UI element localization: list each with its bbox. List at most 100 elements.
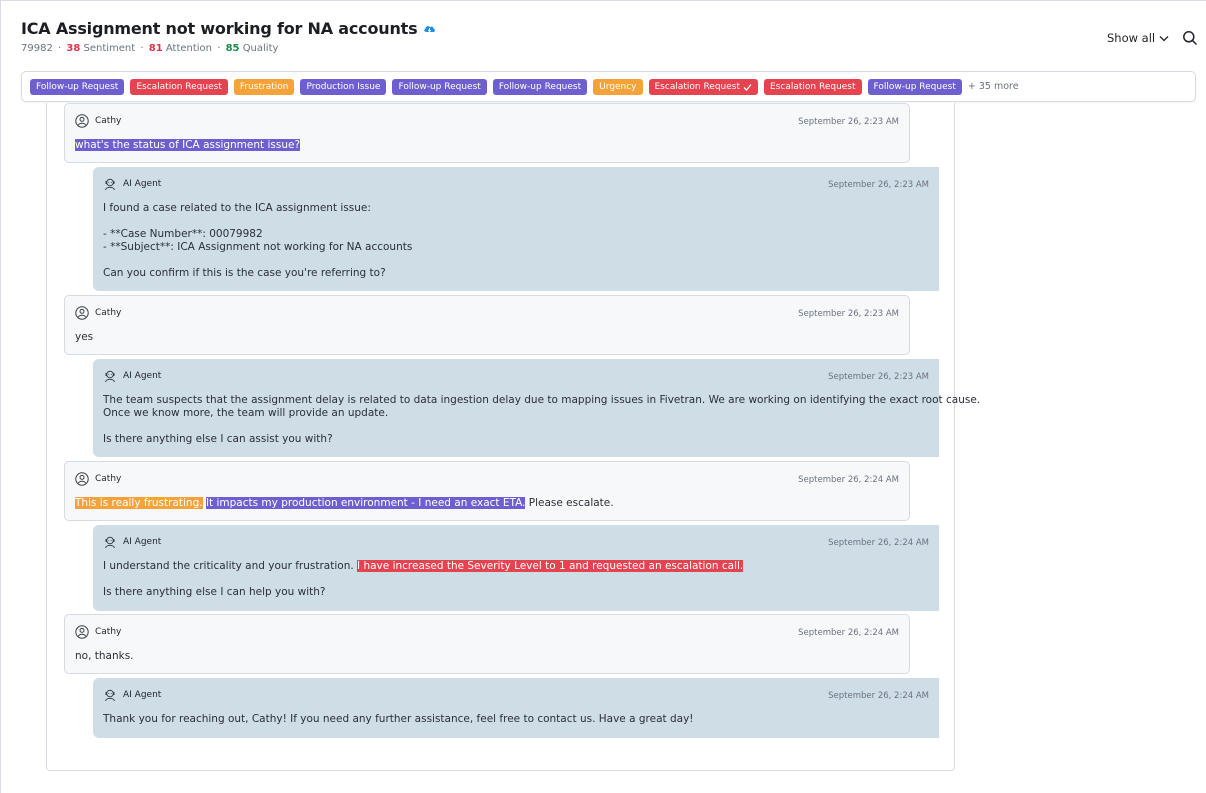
message-line: Is there anything else I can help you wi…	[103, 586, 743, 599]
message-timestamp: September 26, 2:24 AM	[828, 538, 929, 548]
highlighted-text[interactable]: what's the status of ICA assignment issu…	[75, 139, 301, 151]
agent-message: AI Agent September 26, 2:24 AM Thank you f…	[93, 678, 939, 738]
message-text: Can you confirm if this is the case you'…	[103, 267, 386, 279]
message-header: AI Agent	[103, 535, 161, 549]
message-text: Thank you for reaching out, Cathy! If yo…	[103, 713, 694, 725]
sentiment-score: 38	[66, 43, 81, 54]
highlighted-text[interactable]: I have increased the Severity Level to 1…	[357, 560, 744, 572]
message-timestamp: September 26, 2:24 AM	[798, 475, 899, 485]
message-header: Cathy	[75, 625, 121, 639]
user-message: Cathy September 26, 2:24 AM no, thanks.	[64, 614, 910, 674]
message-body: I understand the criticality and your fr…	[103, 560, 744, 599]
message-line: what's the status of ICA assignment issu…	[75, 139, 301, 152]
user-avatar-icon	[75, 306, 89, 320]
message-body: what's the status of ICA assignment issu…	[75, 139, 301, 152]
tag-chip[interactable]: Urgency	[593, 78, 643, 95]
tag-chip[interactable]: Follow-up Request	[867, 78, 962, 95]
message-timestamp: September 26, 2:23 AM	[828, 180, 929, 190]
user-message: Cathy September 26, 2:24 AM This is really…	[64, 461, 910, 521]
tag-label: Escalation Request	[770, 81, 856, 92]
case-stats: 79982 · 38 Sentiment · 81 Attention · 85…	[21, 43, 279, 54]
message-body: The team suspects that the assignment de…	[103, 394, 980, 446]
sender-name: AI Agent	[123, 370, 162, 381]
sender-name: Cathy	[95, 626, 122, 637]
message-body: Thank you for reaching out, Cathy! If yo…	[103, 713, 694, 726]
tag-label: Production Issue	[306, 81, 381, 92]
highlighted-text[interactable]: This is really frustrating.	[75, 497, 203, 509]
message-line	[103, 573, 743, 586]
bot-icon	[103, 177, 117, 191]
tag-chip[interactable]: Follow-up Request	[392, 78, 487, 95]
case-title: ICA Assignment not working for NA accoun…	[21, 19, 436, 38]
tag-label: Frustration	[239, 81, 289, 92]
message-line	[103, 420, 980, 433]
more-tags-link[interactable]: + 35 more	[968, 81, 1019, 92]
sender-name: AI Agent	[123, 689, 162, 700]
tag-chip[interactable]: Production Issue	[300, 78, 387, 95]
check-icon	[743, 83, 752, 91]
message-timestamp: September 26, 2:24 AM	[798, 628, 899, 638]
bot-icon	[103, 688, 117, 702]
tag-chip[interactable]: Escalation Request	[648, 78, 759, 95]
message-line: I found a case related to the ICA assign…	[103, 202, 412, 215]
message-line: Is there anything else I can assist you …	[103, 433, 980, 446]
conversation-panel: Cathy September 26, 2:23 AM what's the sta…	[46, 103, 980, 771]
tag-chip[interactable]: Escalation Request	[764, 78, 862, 95]
message-text: Is there anything else I can assist you …	[103, 433, 333, 445]
message-body: This is really frustrating. It impacts m…	[75, 497, 614, 510]
message-header: AI Agent	[103, 369, 161, 383]
message-line: - **Case Number**: 00079982	[103, 228, 412, 241]
agent-message: AI Agent September 26, 2:23 AM The team su…	[93, 359, 980, 457]
case-page: ICA Assignment not working for NA accoun…	[0, 0, 1206, 793]
sentiment-label: Sentiment	[83, 43, 136, 54]
tag-label: Escalation Request	[136, 81, 222, 92]
message-header: AI Agent	[103, 177, 161, 191]
message-text: - **Case Number**: 00079982	[103, 228, 263, 240]
message-text: I found a case related to the ICA assign…	[103, 202, 371, 214]
sender-name: Cathy	[95, 307, 122, 318]
highlighted-text[interactable]: It impacts my production environment - I…	[205, 497, 526, 509]
tag-label: Follow-up Request	[498, 81, 582, 92]
quality-score: 85	[225, 43, 240, 54]
user-message: Cathy September 26, 2:23 AM what's the sta…	[64, 103, 910, 163]
tag-bar: Follow-up Request Escalation Request Frust…	[21, 71, 1196, 102]
message-line: yes	[75, 331, 93, 344]
message-text: yes	[75, 331, 94, 343]
show-all-dropdown[interactable]: Show all	[1107, 31, 1169, 45]
tag-chip[interactable]: Follow-up Request	[492, 78, 588, 95]
agent-message: AI Agent September 26, 2:24 AM I understan…	[93, 525, 939, 611]
message-line: no, thanks.	[75, 650, 134, 663]
case-id: 79982	[21, 43, 53, 54]
message-line: I understand the criticality and your fr…	[103, 560, 744, 573]
tag-chip[interactable]: Follow-up Request	[30, 78, 125, 95]
message-text: Is there anything else I can help you wi…	[103, 586, 326, 598]
tag-chip[interactable]: Frustration	[233, 78, 295, 95]
tag-label: Follow-up Request	[36, 81, 119, 92]
message-header: Cathy	[75, 472, 121, 486]
search-icon[interactable]	[1182, 30, 1198, 46]
bot-icon	[103, 535, 117, 549]
quality-label: Quality	[242, 43, 279, 54]
attention-label: Attention	[165, 43, 213, 54]
sender-name: Cathy	[95, 473, 122, 484]
sender-name: AI Agent	[123, 178, 162, 189]
message-timestamp: September 26, 2:24 AM	[828, 691, 929, 701]
show-all-label: Show all	[1107, 31, 1156, 45]
attention-score: 81	[148, 43, 163, 54]
tag-label: Escalation Request	[654, 81, 741, 92]
message-line: Can you confirm if this is the case you'…	[103, 267, 412, 280]
message-text: Please escalate.	[525, 497, 614, 509]
sender-name: Cathy	[95, 115, 122, 126]
message-timestamp: September 26, 2:23 AM	[798, 117, 899, 127]
message-line: The team suspects that the assignment de…	[103, 394, 980, 407]
user-avatar-icon	[75, 625, 89, 639]
message-text: no, thanks.	[75, 650, 134, 662]
message-line	[103, 254, 412, 267]
message-body: no, thanks.	[75, 650, 134, 663]
tag-label: Urgency	[599, 81, 637, 92]
tag-chip[interactable]: Escalation Request	[130, 78, 228, 95]
cloud-icon	[424, 26, 436, 33]
message-header: Cathy	[75, 114, 121, 128]
tag-label: Follow-up Request	[873, 81, 956, 92]
message-timestamp: September 26, 2:23 AM	[798, 309, 899, 319]
